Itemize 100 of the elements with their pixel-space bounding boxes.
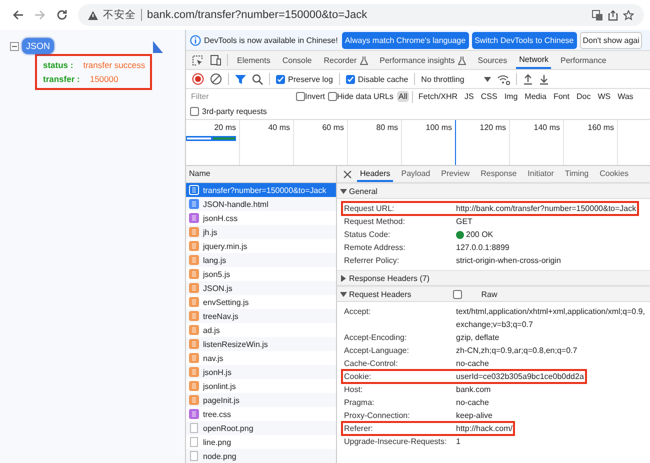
panel-tab[interactable]: Performance insights	[376, 51, 469, 69]
checkbox[interactable]	[328, 92, 338, 101]
caret-icon[interactable]	[484, 76, 492, 82]
type-filter-chip[interactable]: Was	[616, 91, 636, 102]
type-filter-chip[interactable]: CSS	[478, 91, 500, 102]
request-row[interactable]: tree.css	[186, 407, 336, 421]
infobar-button[interactable]: Always match Chrome's language	[342, 32, 469, 48]
file-icon	[189, 255, 199, 265]
type-filter-chip[interactable]: JS	[462, 91, 476, 102]
request-row[interactable]: pageInit.js	[186, 393, 336, 407]
column-header[interactable]: Name	[186, 166, 336, 183]
request-row[interactable]: treeNav.js	[186, 309, 336, 323]
time-tick-label: 160 ms	[588, 123, 614, 132]
header-value: bank.com	[456, 384, 491, 396]
download-icon[interactable]	[539, 74, 550, 84]
request-row[interactable]: jsonH.css	[186, 211, 336, 225]
request-row[interactable]: jquery.min.js	[186, 239, 336, 253]
share-icon[interactable]	[608, 10, 618, 20]
checkbox-label: Hide data URLs	[337, 92, 394, 101]
detail-tab[interactable]: Response	[478, 166, 520, 182]
request-row[interactable]: listenResizeWin.js	[186, 337, 336, 351]
request-row[interactable]: lang.js	[186, 253, 336, 267]
panel-tab[interactable]: Sources	[474, 51, 510, 69]
request-row[interactable]: envSetting.js	[186, 295, 336, 309]
request-row[interactable]: line.png	[186, 435, 336, 449]
file-icon	[189, 339, 199, 349]
request-row[interactable]: openRoot.png	[186, 421, 336, 435]
triangle-icon	[152, 40, 164, 54]
detail-tab[interactable]: Preview	[438, 166, 473, 182]
checkbox[interactable]	[276, 74, 285, 84]
detail-tab[interactable]: Initiator	[524, 166, 557, 182]
throttling-dropdown[interactable]: No throttling	[421, 74, 464, 84]
type-filter-chip[interactable]: Font	[551, 91, 572, 102]
request-row[interactable]: JSON.js	[186, 281, 336, 295]
header-name: Proxy-Connection:	[344, 410, 411, 422]
section-header[interactable]: Response Headers (7)	[340, 274, 430, 282]
checkbox[interactable]	[346, 74, 355, 84]
header-value: 200 OK	[466, 229, 494, 241]
checkbox[interactable]	[190, 107, 199, 116]
checkbox[interactable]	[296, 92, 305, 101]
section-header[interactable]: General	[340, 186, 378, 196]
detail-tab[interactable]: Timing	[562, 166, 592, 182]
close-icon[interactable]	[343, 170, 352, 178]
request-row[interactable]: nav.js	[186, 351, 336, 365]
header-name: Referer:	[344, 423, 374, 435]
back-arrow-icon[interactable]	[12, 9, 24, 21]
star-icon[interactable]	[623, 10, 634, 20]
panel-tab[interactable]: Network	[516, 51, 552, 69]
detail-tab[interactable]: Payload	[398, 166, 434, 182]
header-value: keep-alive	[456, 410, 492, 422]
type-filter-chip[interactable]: Fetch/XHR	[416, 91, 460, 102]
request-row[interactable]: json5.js	[186, 267, 336, 281]
panel-tab[interactable]: Console	[279, 51, 315, 69]
section-header[interactable]: Request Headers	[340, 290, 412, 298]
json-root-label[interactable]: JSON	[22, 38, 54, 54]
inspect-icon[interactable]	[192, 54, 203, 66]
clear-icon[interactable]	[210, 73, 222, 85]
checkbox[interactable]	[453, 290, 462, 298]
record-icon[interactable]	[192, 73, 204, 85]
reload-icon[interactable]	[56, 9, 68, 21]
file-icon	[189, 213, 199, 223]
panel-tab[interactable]: Recorder	[320, 51, 371, 69]
panel-tab[interactable]: Elements	[234, 51, 274, 69]
filter-icon[interactable]	[235, 74, 246, 84]
request-row[interactable]: transfer?number=150000&to=Jack	[186, 183, 336, 197]
infobar-button[interactable]: Switch DevTools to Chinese	[472, 32, 577, 48]
type-filter-chip[interactable]: Img	[502, 91, 520, 102]
checkbox-label: 3rd-party requests	[202, 107, 267, 116]
request-row[interactable]: jh.js	[186, 225, 336, 239]
detail-tab[interactable]: Cookies	[596, 166, 632, 182]
collapse-toggle-icon[interactable]	[10, 42, 19, 50]
caret-icon	[340, 274, 347, 282]
file-icon	[189, 241, 199, 251]
type-filter-chip[interactable]: Media	[522, 91, 548, 102]
header-name: Accept-Encoding:	[344, 332, 408, 344]
header-name: Request Method:	[344, 216, 406, 228]
infobar-button[interactable]: Don't show agai	[580, 32, 642, 48]
caret-icon	[340, 188, 347, 194]
device-toolbar-icon[interactable]	[209, 54, 221, 66]
header-value: http://hack.com/	[456, 423, 512, 435]
checkbox-label: Preserve log	[288, 74, 333, 84]
request-row[interactable]: ad.js	[186, 323, 336, 337]
request-row[interactable]: JSON-handle.html	[186, 197, 336, 211]
type-filter-chip[interactable]: All	[396, 91, 410, 102]
time-tick-label: 60 ms	[322, 123, 344, 132]
header-name: Cache-Control:	[344, 358, 399, 370]
request-row[interactable]: node.png	[186, 449, 336, 463]
address-bar[interactable]: 不安全 bank.com/transfer?number=150000&to=Jack	[78, 4, 644, 26]
panel-tab[interactable]: Performance	[557, 51, 610, 69]
request-row[interactable]: jsonlint.js	[186, 379, 336, 393]
request-row[interactable]: jsonH.js	[186, 365, 336, 379]
header-value: no-cache	[456, 358, 489, 370]
wifi-gear-icon[interactable]	[497, 74, 510, 84]
file-icon	[189, 409, 199, 419]
search-icon[interactable]	[252, 74, 263, 84]
file-icon	[189, 269, 199, 279]
type-filter-chip[interactable]: Doc	[574, 91, 593, 102]
type-filter-chip[interactable]: WS	[596, 91, 613, 102]
upload-icon[interactable]	[523, 74, 534, 84]
flask-icon	[458, 56, 466, 64]
